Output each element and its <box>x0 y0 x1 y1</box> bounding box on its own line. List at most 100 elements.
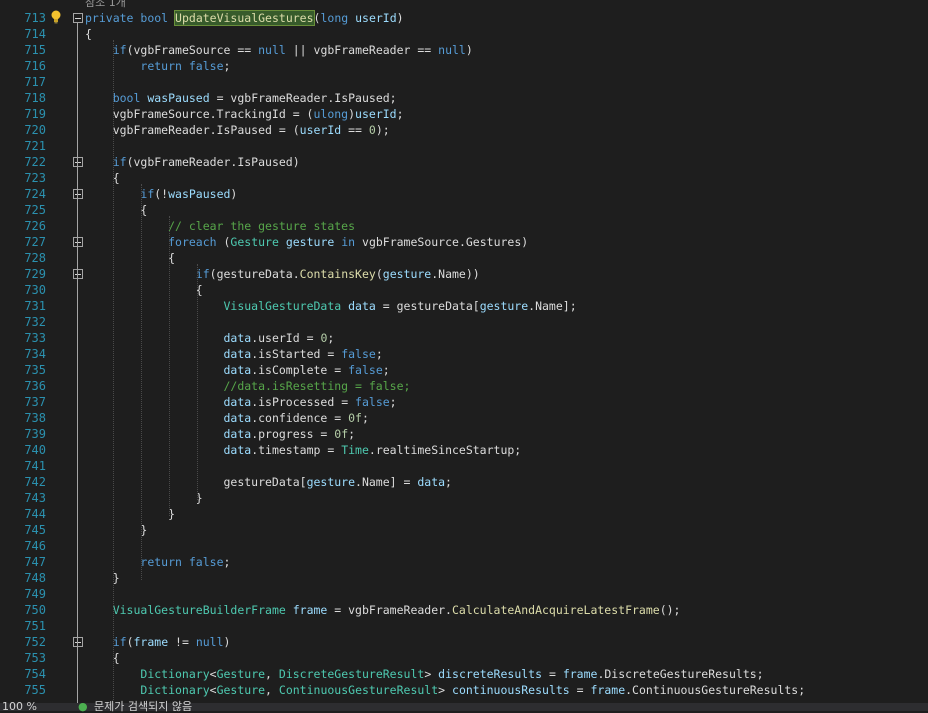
code-line[interactable]: 746 <box>0 538 928 554</box>
code-text: { <box>85 283 203 297</box>
code-text: if(vgbFrameReader.IsPaused) <box>112 155 300 169</box>
code-text: data.userId = 0; <box>223 331 335 345</box>
line-number: 729 <box>24 267 46 281</box>
code-text: VisualGestureBuilderFrame frame = vgbFra… <box>112 603 681 617</box>
code-line[interactable]: 754 Dictionary<Gesture, DiscreteGestureR… <box>0 666 928 682</box>
line-number: 737 <box>24 395 46 409</box>
code-text: { <box>85 203 148 217</box>
fold-toggle-icon[interactable] <box>73 189 83 199</box>
code-line[interactable]: 750 VisualGestureBuilderFrame frame = vg… <box>0 602 928 618</box>
fold-toggle-icon[interactable] <box>73 157 83 167</box>
code-line[interactable]: 732 <box>0 314 928 330</box>
lightbulb-icon[interactable] <box>50 10 62 24</box>
code-text: //data.isResetting = false; <box>223 379 411 393</box>
code-line[interactable]: 718 bool wasPaused = vgbFrameReader.IsPa… <box>0 90 928 106</box>
line-number: 754 <box>24 667 46 681</box>
code-text: foreach (Gesture gesture in vgbFrameSour… <box>168 235 529 249</box>
line-number: 755 <box>24 683 46 697</box>
code-line[interactable]: 720 vgbFrameReader.IsPaused = (userId ==… <box>0 122 928 138</box>
code-line[interactable]: 735 data.isComplete = false; <box>0 362 928 378</box>
code-line[interactable]: 753 { <box>0 650 928 666</box>
code-line[interactable]: 717 <box>0 74 928 90</box>
zoom-level[interactable]: 100 % <box>2 701 37 713</box>
code-text: Dictionary<Gesture, ContinuousGestureRes… <box>140 683 806 697</box>
code-line[interactable]: 742 gestureData[gesture.Name] = data; <box>0 474 928 490</box>
indent-guide <box>141 184 142 580</box>
line-number: 743 <box>24 491 46 505</box>
code-line[interactable]: 727 foreach (Gesture gesture in vgbFrame… <box>0 234 928 250</box>
code-line[interactable]: 722 if(vgbFrameReader.IsPaused) <box>0 154 928 170</box>
codelens-references[interactable]: 참조 1개 <box>85 0 126 10</box>
line-number: 722 <box>24 155 46 169</box>
code-line[interactable]: 737 data.isProcessed = false; <box>0 394 928 410</box>
code-line[interactable]: 719 vgbFrameSource.TrackingId = (ulong)u… <box>0 106 928 122</box>
line-number: 723 <box>24 171 46 185</box>
code-line[interactable]: 743 } <box>0 490 928 506</box>
code-text: VisualGestureData data = gestureData[ges… <box>223 299 577 313</box>
code-line[interactable]: 730 { <box>0 282 928 298</box>
line-number: 751 <box>24 619 46 633</box>
code-line[interactable]: 721 <box>0 138 928 154</box>
fold-toggle-icon[interactable] <box>73 237 83 247</box>
code-line[interactable]: 744 } <box>0 506 928 522</box>
code-line[interactable]: 749 <box>0 586 928 602</box>
line-number: 734 <box>24 347 46 361</box>
code-line[interactable]: 715 if(vgbFrameSource == null || vgbFram… <box>0 42 928 58</box>
issues-status[interactable]: 문제가 검색되지 않음 <box>94 701 192 713</box>
line-number: 752 <box>24 635 46 649</box>
code-line[interactable]: 726 // clear the gesture states <box>0 218 928 234</box>
code-text: return false; <box>140 555 231 569</box>
code-line[interactable]: 714 { <box>0 26 928 42</box>
code-line[interactable]: 740 data.timestamp = Time.realtimeSinceS… <box>0 442 928 458</box>
code-text: { <box>85 251 176 265</box>
code-line[interactable]: 751 <box>0 618 928 634</box>
code-line[interactable]: 736 //data.isResetting = false; <box>0 378 928 394</box>
code-line[interactable]: 716 return false; <box>0 58 928 74</box>
code-text: data.confidence = 0f; <box>223 411 369 425</box>
line-number: 731 <box>24 299 46 313</box>
code-line[interactable]: 731 VisualGestureData data = gestureData… <box>0 298 928 314</box>
fold-toggle-icon[interactable] <box>73 637 83 647</box>
line-number: 714 <box>24 27 46 41</box>
code-line[interactable]: 745 } <box>0 522 928 538</box>
code-text: if(vgbFrameSource == null || vgbFrameRea… <box>112 43 473 57</box>
code-line[interactable]: 752 if(frame != null) <box>0 634 928 650</box>
line-number: 735 <box>24 363 46 377</box>
code-text: data.progress = 0f; <box>223 427 356 441</box>
code-line[interactable]: 734 data.isStarted = false; <box>0 346 928 362</box>
line-number: 740 <box>24 443 46 457</box>
code-text: if(frame != null) <box>112 635 231 649</box>
line-number: 733 <box>24 331 46 345</box>
line-number: 750 <box>24 603 46 617</box>
fold-toggle-icon[interactable] <box>73 269 83 279</box>
line-number: 726 <box>24 219 46 233</box>
code-line[interactable]: 725 { <box>0 202 928 218</box>
code-editor[interactable]: 참조 1개 713 private bool UpdateVisualGestur… <box>0 0 928 711</box>
line-number: 747 <box>24 555 46 569</box>
line-number: 725 <box>24 203 46 217</box>
code-line[interactable]: 729 if(gestureData.ContainsKey(gesture.N… <box>0 266 928 282</box>
fold-guide <box>77 22 78 711</box>
code-text: } <box>85 491 203 505</box>
indent-guide <box>197 264 198 500</box>
code-text: // clear the gesture states <box>168 219 356 233</box>
fold-toggle-icon[interactable] <box>73 13 83 23</box>
code-line[interactable]: 738 data.confidence = 0f; <box>0 410 928 426</box>
line-number: 736 <box>24 379 46 393</box>
line-number: 748 <box>24 571 46 585</box>
code-line[interactable]: 739 data.progress = 0f; <box>0 426 928 442</box>
code-line[interactable]: 755 Dictionary<Gesture, ContinuousGestur… <box>0 682 928 698</box>
line-number: 744 <box>24 507 46 521</box>
code-line[interactable]: 741 <box>0 458 928 474</box>
code-line[interactable]: 724 if(!wasPaused) <box>0 186 928 202</box>
code-text: { <box>85 171 120 185</box>
code-line[interactable]: 713 private bool UpdateVisualGestures(lon… <box>0 10 928 26</box>
code-line[interactable]: 728 { <box>0 250 928 266</box>
code-line[interactable]: 748 } <box>0 570 928 586</box>
indent-guide <box>113 40 114 700</box>
code-text: data.isProcessed = false; <box>223 395 397 409</box>
line-number: 745 <box>24 523 46 537</box>
code-line[interactable]: 723 { <box>0 170 928 186</box>
code-line[interactable]: 747 return false; <box>0 554 928 570</box>
code-line[interactable]: 733 data.userId = 0; <box>0 330 928 346</box>
